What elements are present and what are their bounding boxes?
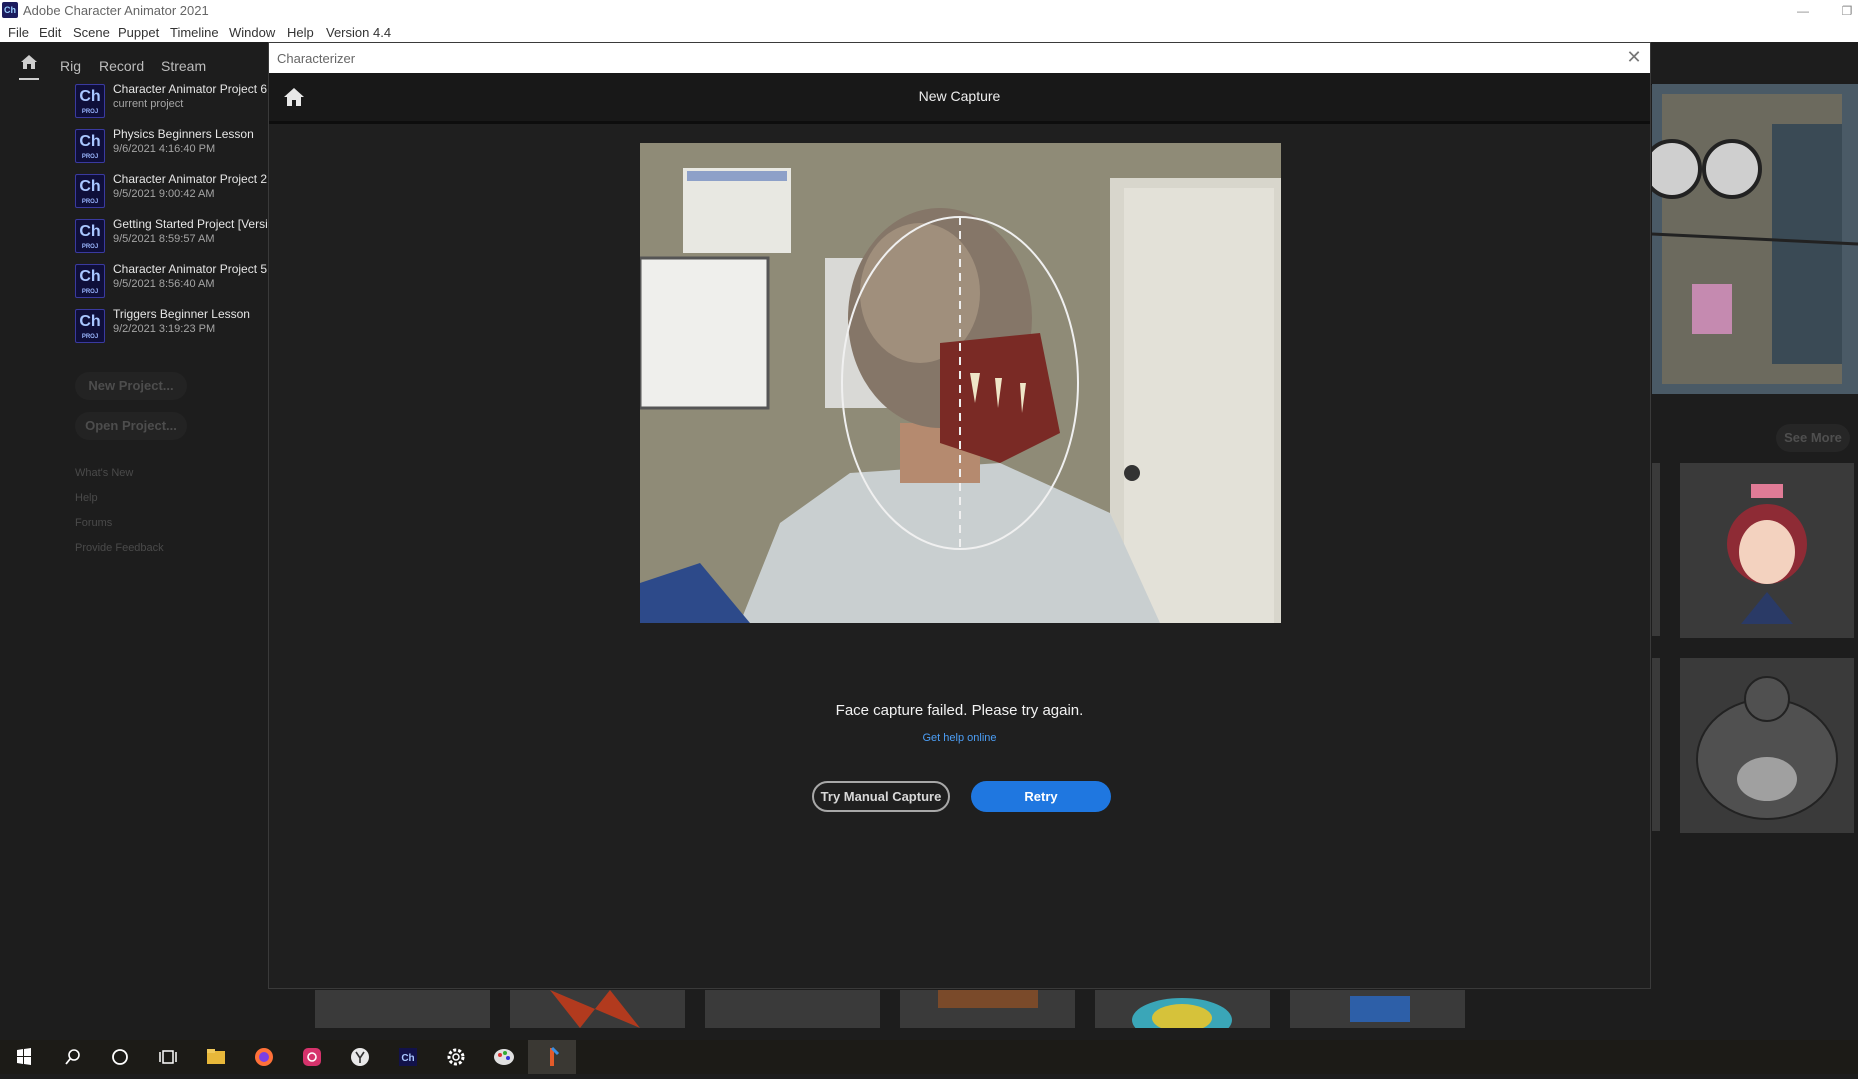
project-date: 9/6/2021 4:16:40 PM (113, 143, 216, 155)
restore-icon[interactable]: ❐ (1832, 2, 1858, 20)
project-item[interactable]: Ch PROJ Triggers Beginner Lesson 9/2/2021… (75, 307, 275, 349)
tab-record[interactable]: Record (99, 58, 144, 74)
pinned-app-icon[interactable] (528, 1040, 576, 1074)
menu-timeline[interactable]: Timeline (170, 25, 219, 40)
project-item[interactable]: Ch PROJ Physics Beginners Lesson 9/6/2021… (75, 127, 275, 169)
tab-stream[interactable]: Stream (161, 58, 206, 74)
menu-scene[interactable]: Scene (73, 25, 110, 40)
yandex-icon[interactable] (336, 1040, 384, 1074)
project-item[interactable]: Ch PROJ Character Animator Project 6 curr… (75, 82, 275, 124)
menu-window[interactable]: Window (229, 25, 275, 40)
project-name: Physics Beginners Lesson (113, 127, 254, 141)
firefox-icon[interactable] (240, 1040, 288, 1074)
menu-version[interactable]: Version 4.4 (326, 25, 391, 40)
project-date: 9/5/2021 8:59:57 AM (113, 233, 215, 245)
menu-edit[interactable]: Edit (39, 25, 61, 40)
featured-puppet-artwork[interactable] (1652, 84, 1858, 394)
see-more-button[interactable]: See More (1776, 424, 1850, 452)
home-icon[interactable] (20, 54, 38, 70)
dialog-title: Characterizer (277, 51, 356, 66)
webcam-preview (640, 143, 1281, 623)
project-item[interactable]: Ch PROJ Character Animator Project 2 9/5/… (75, 172, 275, 214)
app-logo-icon: Ch (2, 2, 18, 18)
project-date: 9/2/2021 3:19:23 PM (113, 323, 216, 335)
characterizer-dialog: Characterizer ✕ New Capture Face capture… (268, 42, 1651, 989)
menu-file[interactable]: File (8, 25, 29, 40)
window-titlebar: Ch Adobe Character Animator 2021 — ❐ (0, 0, 1858, 22)
capture-error-message: Face capture failed. Please try again. (835, 702, 1084, 719)
thumbnail-edge (1652, 658, 1660, 831)
window-title: Adobe Character Animator 2021 (23, 3, 209, 18)
thumbnail-edge (1652, 463, 1660, 636)
puppet-thumbnail[interactable] (705, 990, 880, 1028)
gorilla-puppet-thumbnail[interactable] (1680, 658, 1854, 833)
project-date: 9/5/2021 9:00:42 AM (113, 188, 215, 200)
task-view-icon[interactable] (144, 1040, 192, 1074)
whats-new-link[interactable]: What's New (75, 467, 133, 479)
get-help-online-link[interactable]: Get help online (269, 732, 1650, 744)
puppet-thumbnail[interactable] (510, 990, 685, 1028)
tab-rig[interactable]: Rig (60, 58, 81, 74)
help-link[interactable]: Help (75, 492, 98, 504)
project-name: Character Animator Project 5 (113, 262, 268, 276)
search-icon[interactable] (48, 1040, 96, 1074)
menu-help[interactable]: Help (287, 25, 314, 40)
try-manual-capture-button[interactable]: Try Manual Capture (812, 781, 950, 812)
project-file-icon: Ch PROJ (75, 174, 105, 208)
project-item[interactable]: Ch PROJ Character Animator Project 5 9/5/… (75, 262, 275, 304)
project-file-icon: Ch PROJ (75, 129, 105, 163)
windows-start-icon[interactable] (0, 1040, 48, 1074)
project-date: 9/5/2021 8:56:40 AM (113, 278, 215, 290)
project-file-icon: Ch PROJ (75, 264, 105, 298)
project-file-icon: Ch PROJ (75, 219, 105, 253)
puppet-thumbnail[interactable] (1290, 990, 1465, 1028)
open-project-button[interactable]: Open Project... (75, 412, 187, 440)
provide-feedback-link[interactable]: Provide Feedback (75, 542, 164, 554)
menu-puppet[interactable]: Puppet (118, 25, 159, 40)
settings-icon[interactable] (432, 1040, 480, 1074)
dialog-titlebar: Characterizer ✕ (269, 43, 1650, 74)
paint-icon[interactable] (480, 1040, 528, 1074)
project-name: Character Animator Project 2 (113, 172, 268, 186)
file-explorer-icon[interactable] (192, 1040, 240, 1074)
project-name: Getting Started Project [Versi (113, 217, 268, 231)
minimize-icon[interactable]: — (1788, 2, 1818, 20)
cortana-icon[interactable] (96, 1040, 144, 1074)
character-animator-icon[interactable]: Ch (384, 1040, 432, 1074)
project-file-icon: Ch PROJ (75, 309, 105, 343)
windows-taskbar: Ch (0, 1040, 1858, 1074)
forums-link[interactable]: Forums (75, 517, 112, 529)
dialog-header: New Capture (269, 73, 1650, 124)
dialog-heading: New Capture (918, 88, 1001, 104)
svg-text:Ch: Ch (401, 1053, 414, 1064)
recent-projects-panel: Ch PROJ Character Animator Project 6 curr… (0, 82, 268, 1034)
home-tab-indicator (19, 78, 39, 80)
new-project-button[interactable]: New Project... (75, 372, 187, 400)
puppet-thumbnail[interactable] (1095, 990, 1270, 1028)
anime-puppet-thumbnail[interactable] (1680, 463, 1854, 638)
project-item[interactable]: Ch PROJ Getting Started Project [Versi 9/… (75, 217, 275, 259)
menu-bar: File Edit Scene Puppet Timeline Window H… (0, 22, 1858, 42)
project-name: Triggers Beginner Lesson (113, 307, 250, 321)
project-date: current project (113, 98, 184, 110)
close-icon[interactable]: ✕ (1624, 47, 1644, 67)
project-file-icon: Ch PROJ (75, 84, 105, 118)
instagram-icon[interactable] (288, 1040, 336, 1074)
project-name: Character Animator Project 6 (113, 82, 268, 96)
puppet-thumbnail[interactable] (315, 990, 490, 1028)
retry-button[interactable]: Retry (971, 781, 1111, 812)
puppet-thumbnail[interactable] (900, 990, 1075, 1028)
